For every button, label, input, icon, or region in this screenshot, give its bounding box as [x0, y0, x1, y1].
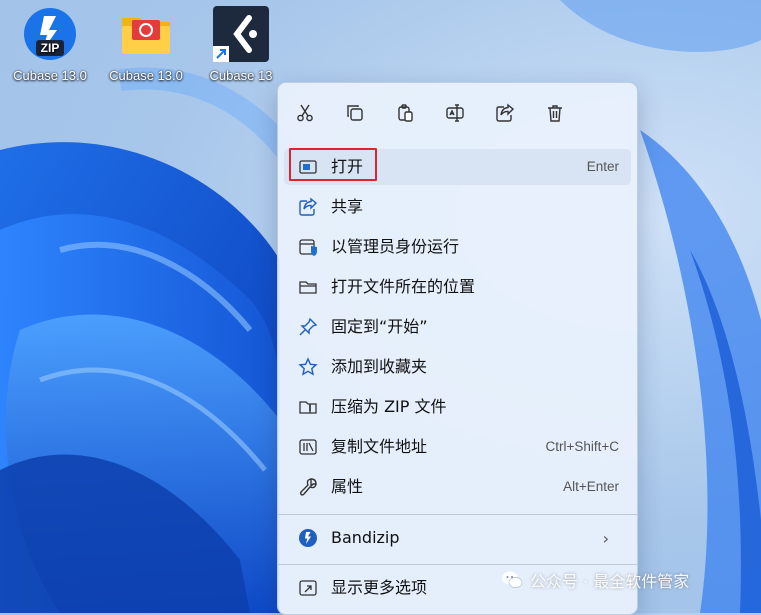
copy-button[interactable] [340, 99, 370, 127]
delete-icon [548, 105, 562, 122]
copy-icon [347, 105, 363, 121]
menu-item-shortcut: Alt+Enter [563, 479, 619, 494]
menu-item-properties[interactable]: 属性 Alt+Enter [284, 469, 631, 505]
watermark-text: 公众号 · 最全软件管家 [530, 572, 690, 591]
menu-item-add-to-favorites[interactable]: 添加到收藏夹 [284, 349, 631, 385]
menu-item-pin-to-start[interactable]: 固定到“开始” [284, 309, 631, 345]
menu-item-label: Bandizip [331, 528, 400, 547]
star-icon [298, 357, 318, 377]
desktop-icon-bandizip[interactable]: ZIP Cubase 13.0 [5, 6, 95, 83]
menu-item-shortcut: Ctrl+Shift+C [545, 439, 619, 454]
more-options-icon [298, 578, 318, 598]
menu-item-label: 共享 [331, 197, 364, 216]
rename-icon [446, 104, 464, 122]
share-button[interactable] [490, 99, 520, 127]
menu-item-label: 添加到收藏夹 [331, 357, 428, 376]
cubase-icon [213, 6, 269, 62]
menu-item-bandizip[interactable]: Bandizip › [284, 520, 631, 556]
cut-button[interactable] [290, 99, 320, 127]
menu-item-label: 打开 [331, 157, 364, 176]
paste-icon [398, 104, 413, 122]
menu-item-open-file-location[interactable]: 打开文件所在的位置 [284, 269, 631, 305]
pin-icon [298, 317, 318, 337]
menu-item-label: 复制文件地址 [331, 437, 428, 456]
cut-icon [297, 104, 313, 122]
menu-item-label: 固定到“开始” [331, 317, 428, 336]
bandizip-icon [298, 528, 318, 548]
watermark: 公众号 · 最全软件管家 [500, 568, 689, 592]
context-menu-toolbar [290, 99, 570, 127]
menu-item-run-as-admin[interactable]: 以管理员身份运行 [284, 229, 631, 265]
menu-separator [278, 564, 637, 565]
wechat-icon [502, 571, 523, 588]
admin-shield-icon [298, 237, 318, 257]
chevron-right-icon: › [602, 529, 609, 548]
wrench-icon [298, 477, 318, 497]
desktop-icon-folder[interactable]: Cubase 13.0 [101, 6, 191, 83]
menu-item-copy-path[interactable]: 复制文件地址 Ctrl+Shift+C [284, 429, 631, 465]
context-menu: 打开 Enter 共享 以管理员身份运行 打开文件所在的位置 固定到“开始” 添… [277, 82, 638, 615]
menu-item-open[interactable]: 打开 Enter [284, 148, 631, 185]
desktop-icon-label: Cubase 13 [209, 68, 273, 83]
zip-folder-icon [298, 397, 318, 417]
menu-item-label: 显示更多选项 [331, 578, 428, 597]
menu-item-label: 打开文件所在的位置 [331, 277, 476, 296]
menu-item-label: 压缩为 ZIP 文件 [331, 397, 447, 416]
bandizip-icon: ZIP [22, 6, 78, 62]
delete-button[interactable] [540, 99, 570, 127]
desktop-icon-label: Cubase 13.0 [109, 68, 183, 83]
menu-item-label: 以管理员身份运行 [331, 237, 460, 256]
menu-item-label: 属性 [331, 477, 364, 496]
menu-separator [278, 514, 637, 515]
paste-button[interactable] [390, 99, 420, 127]
menu-item-shortcut: Enter [586, 159, 619, 174]
share-icon [496, 103, 515, 122]
folder-icon [298, 277, 318, 297]
copy-path-icon [298, 437, 318, 457]
desktop-icon-cubase[interactable]: Cubase 13 [196, 6, 286, 83]
share-icon [298, 197, 318, 217]
rename-button[interactable] [440, 99, 470, 127]
svg-text:ZIP: ZIP [41, 41, 60, 55]
folder-icon [118, 6, 174, 62]
menu-item-compress-zip[interactable]: 压缩为 ZIP 文件 [284, 389, 631, 425]
desktop-icon-label: Cubase 13.0 [13, 68, 87, 83]
open-icon [298, 157, 318, 177]
menu-item-share[interactable]: 共享 [284, 189, 631, 225]
